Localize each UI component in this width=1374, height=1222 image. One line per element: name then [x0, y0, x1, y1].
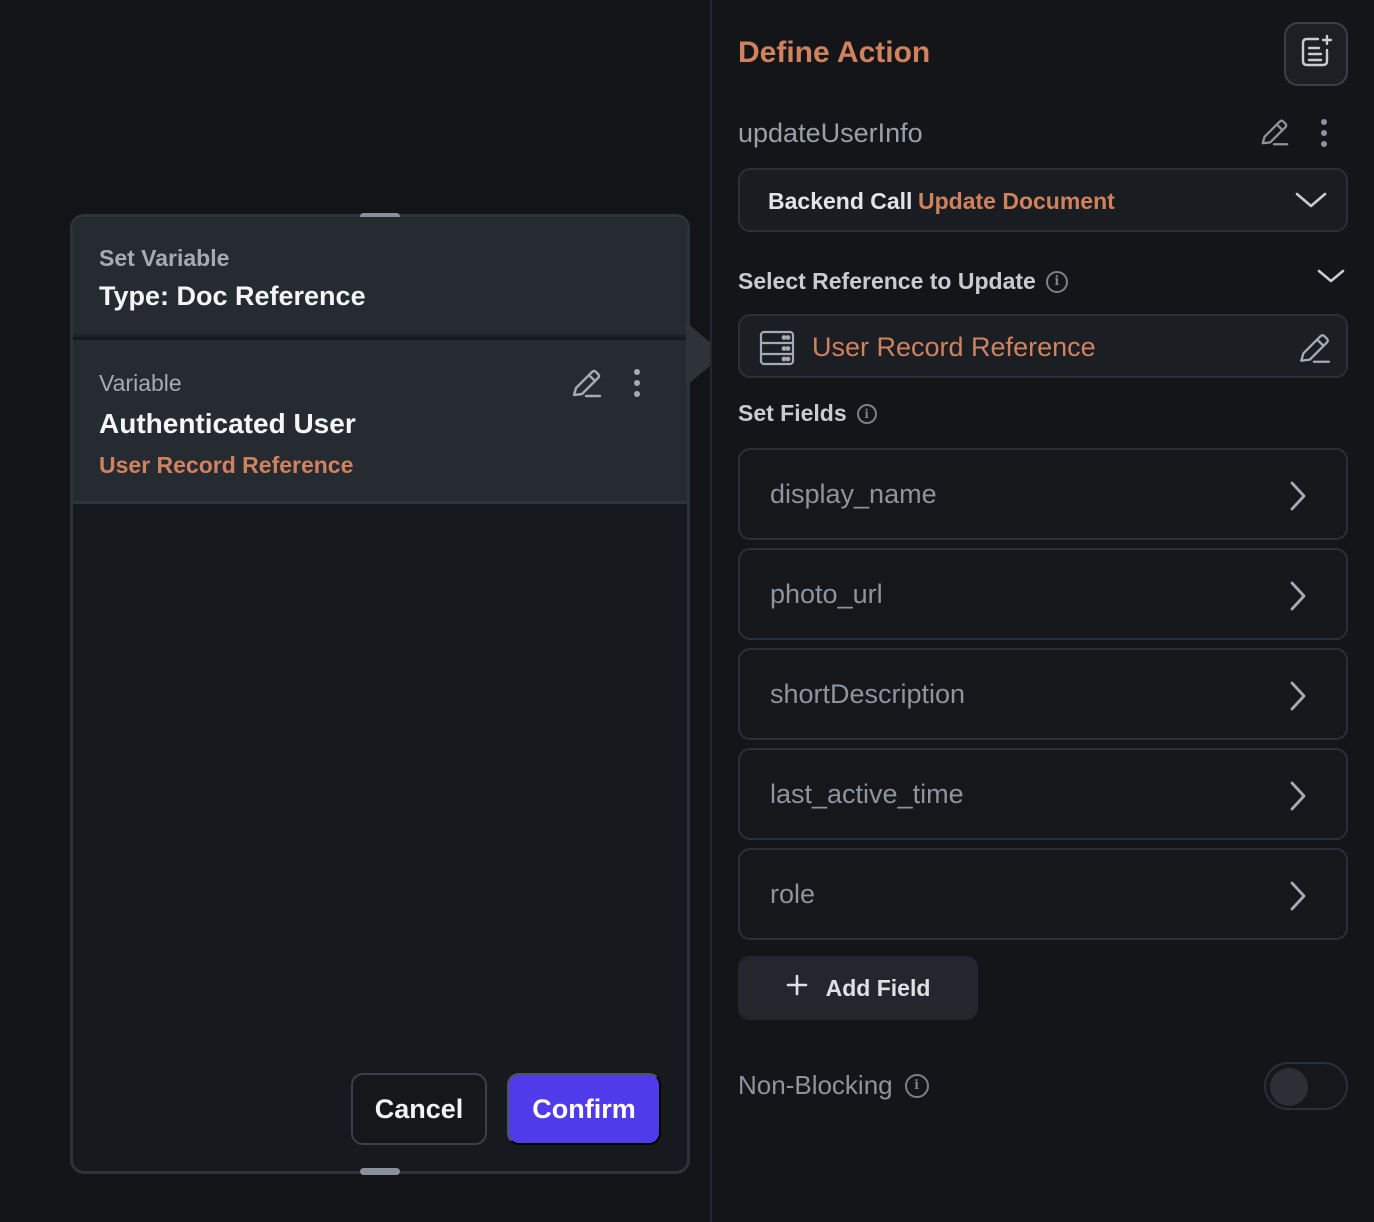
non-blocking-row: Non-Blocking i	[738, 1070, 929, 1101]
chevron-down-icon[interactable]	[1316, 264, 1346, 293]
popup-header: Set Variable Type: Doc Reference	[73, 217, 687, 337]
field-row-last-active-time[interactable]: last_active_time	[738, 748, 1348, 840]
field-row-photo-url[interactable]: photo_url	[738, 548, 1348, 640]
non-blocking-toggle[interactable]	[1264, 1062, 1348, 1110]
chevron-right-icon	[1288, 780, 1308, 817]
add-field-label: Add Field	[825, 974, 931, 1001]
action-name: updateUserInfo	[738, 118, 923, 148]
resize-handle-bottom[interactable]	[360, 1168, 400, 1175]
set-fields-heading: Set Fields i	[738, 400, 877, 427]
field-name: shortDescription	[770, 679, 966, 709]
popup-header-label: Set Variable	[99, 245, 230, 271]
select-reference-label: Select Reference to Update	[738, 268, 1036, 294]
backend-call-select[interactable]: Backend Call Update Document	[738, 168, 1348, 232]
more-vertical-icon[interactable]	[1316, 116, 1332, 155]
backend-call-value: Update Document	[918, 188, 1115, 214]
pencil-icon[interactable]	[1296, 330, 1332, 371]
pencil-icon[interactable]	[569, 366, 603, 405]
variable-name: Authenticated User	[99, 408, 356, 439]
reference-value: User Record Reference	[812, 332, 1096, 362]
add-note-button[interactable]	[1284, 22, 1348, 86]
variable-label: Variable	[99, 370, 182, 396]
panel-title: Define Action	[738, 36, 931, 69]
reference-field[interactable]: User Record Reference	[738, 314, 1348, 378]
field-name: photo_url	[770, 579, 883, 609]
chevron-down-icon	[1294, 188, 1328, 217]
field-row-short-description[interactable]: shortDescription	[738, 648, 1348, 740]
popup-type-label: Type: Doc Reference	[99, 281, 366, 311]
field-name: role	[770, 879, 816, 909]
toggle-knob	[1270, 1068, 1308, 1106]
pencil-icon[interactable]	[1258, 116, 1290, 153]
set-fields-label: Set Fields	[738, 400, 847, 426]
add-field-button[interactable]: Add Field	[738, 956, 978, 1020]
select-reference-heading: Select Reference to Update i	[738, 268, 1068, 295]
plus-icon	[786, 974, 808, 1002]
field-name: last_active_time	[770, 779, 964, 809]
backend-call-key: Backend Call	[768, 188, 913, 214]
define-action-panel: Define Action updateUserInfo Backend Cal…	[710, 0, 1374, 1222]
info-icon[interactable]: i	[856, 403, 877, 424]
set-variable-popup: Set Variable Type: Doc Reference Variabl…	[70, 213, 690, 1175]
add-note-icon	[1298, 34, 1334, 75]
cancel-button[interactable]: Cancel	[351, 1073, 487, 1145]
field-row-display-name[interactable]: display_name	[738, 448, 1348, 540]
info-icon[interactable]: i	[904, 1073, 929, 1098]
field-name: display_name	[770, 479, 937, 509]
chevron-right-icon	[1288, 580, 1308, 617]
database-icon	[758, 330, 796, 371]
confirm-button[interactable]: Confirm	[507, 1073, 661, 1145]
chevron-right-icon	[1288, 880, 1308, 917]
info-icon[interactable]: i	[1045, 270, 1068, 293]
more-vertical-icon[interactable]	[629, 366, 645, 405]
chevron-right-icon	[1288, 680, 1308, 717]
field-row-role[interactable]: role	[738, 848, 1348, 940]
variable-ref: User Record Reference	[99, 452, 354, 478]
non-blocking-label: Non-Blocking	[738, 1070, 893, 1100]
chevron-right-icon	[1288, 480, 1308, 517]
variable-card[interactable]: Variable Authenticated User User Record …	[73, 340, 687, 504]
